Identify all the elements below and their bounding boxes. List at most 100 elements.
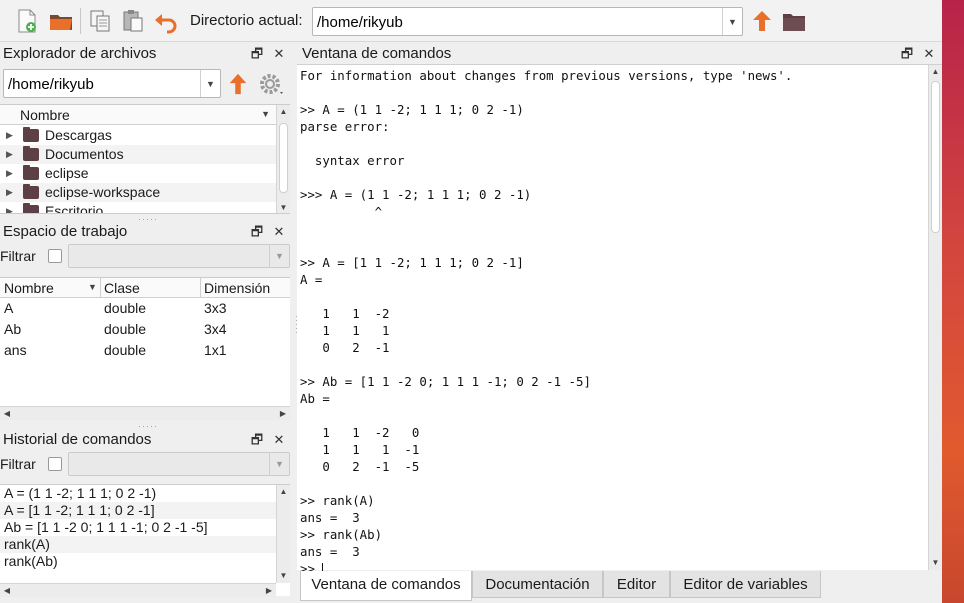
chevron-down-icon[interactable]: ▼ — [269, 245, 289, 267]
scroll-up-icon[interactable]: ▲ — [277, 105, 290, 119]
workspace-filter-combo[interactable]: ▼ — [68, 244, 290, 268]
history-filter-combo[interactable]: ▼ — [68, 452, 290, 476]
variable-dimension: 1x1 — [204, 342, 227, 358]
folder-icon — [23, 203, 39, 213]
sort-arrow-icon[interactable]: ▼ — [261, 109, 270, 119]
paste-icon[interactable] — [120, 8, 146, 34]
tree-item-label: Documentos — [45, 146, 124, 162]
tree-item[interactable]: ▶ Descargas — [0, 126, 276, 145]
undock-icon[interactable]: 🗗 — [246, 223, 268, 245]
tab-documentation[interactable]: Documentación — [472, 571, 603, 598]
tree-item-label: Escritorio — [45, 203, 104, 214]
splitter-grip[interactable]: ····· — [138, 421, 158, 431]
list-item[interactable]: A = [1 1 -2; 1 1 1; 0 2 -1] — [0, 502, 276, 519]
browse-directory-icon[interactable] — [781, 8, 807, 34]
tree-item-label: eclipse-workspace — [45, 184, 161, 200]
column-header-class[interactable]: Clase — [104, 280, 140, 296]
tab-variable-editor[interactable]: Editor de variables — [670, 571, 821, 598]
close-icon[interactable]: ✕ — [268, 432, 290, 448]
scroll-left-icon[interactable]: ◀ — [0, 407, 14, 420]
tree-item[interactable]: ▶ eclipse-workspace — [0, 183, 276, 202]
open-folder-icon[interactable] — [48, 8, 74, 34]
workspace-filter-label: Filtrar — [0, 248, 36, 264]
variable-name: ans — [4, 342, 27, 358]
close-icon[interactable]: ✕ — [918, 46, 940, 62]
scroll-down-icon[interactable]: ▼ — [277, 201, 290, 213]
column-header-name: Nombre — [20, 107, 70, 123]
scroll-thumb[interactable] — [279, 123, 288, 193]
expand-arrow-icon[interactable]: ▶ — [6, 206, 13, 213]
current-directory-input[interactable] — [317, 12, 717, 32]
desktop-background — [942, 0, 964, 603]
folder-icon — [23, 184, 39, 199]
splitter-grip[interactable]: ····· — [138, 214, 158, 224]
column-divider — [100, 278, 101, 298]
tab-command-window[interactable]: Ventana de comandos — [300, 571, 472, 601]
chevron-down-icon[interactable]: ▼ — [722, 8, 742, 35]
list-item[interactable]: A = (1 1 -2; 1 1 1; 0 2 -1) — [0, 485, 276, 502]
current-directory-label: Directorio actual: — [190, 12, 303, 29]
undo-icon[interactable] — [153, 8, 179, 34]
variable-name: Ab — [4, 321, 22, 337]
column-header-dimension[interactable]: Dimensión — [204, 280, 270, 296]
history-panel-buttons: 🗗 ✕ — [246, 431, 290, 453]
current-directory-combo[interactable]: ▼ — [312, 7, 743, 36]
scroll-down-icon[interactable]: ▼ — [277, 569, 290, 583]
file-explorer-title: Explorador de archivos — [3, 45, 157, 62]
file-explorer-path-input[interactable] — [8, 74, 198, 94]
file-explorer-path-combo[interactable]: ▼ — [3, 69, 221, 98]
command-window[interactable]: For information about changes from previ… — [297, 64, 942, 577]
scroll-down-icon[interactable]: ▼ — [929, 556, 942, 570]
command-output-lines: For information about changes from previ… — [300, 68, 793, 559]
workspace-table: Nombre ▼ Clase Dimensión A double 3x3 Ab… — [0, 277, 290, 420]
workspace-hscrollbar[interactable]: ◀ ▶ — [0, 406, 290, 420]
new-script-icon[interactable] — [14, 8, 40, 34]
history-hscrollbar[interactable]: ◀ ▶ — [0, 583, 276, 597]
undock-icon[interactable]: 🗗 — [246, 431, 268, 453]
close-icon[interactable]: ✕ — [268, 224, 290, 240]
undock-icon[interactable]: 🗗 — [246, 45, 268, 67]
list-item[interactable]: rank(Ab) — [0, 553, 276, 570]
main-toolbar: Directorio actual: ▼ — [0, 0, 942, 42]
chevron-down-icon[interactable]: ▼ — [200, 70, 220, 97]
list-item[interactable]: Ab = [1 1 -2 0; 1 1 1 -1; 0 2 -1 -5] — [0, 519, 276, 536]
history-filter-label: Filtrar — [0, 456, 36, 472]
scroll-up-icon[interactable]: ▲ — [929, 65, 942, 79]
file-explorer-scrollbar[interactable]: ▲ ▼ — [276, 105, 290, 213]
list-item[interactable]: rank(A) — [0, 536, 276, 553]
history-filter-checkbox[interactable] — [48, 457, 62, 471]
workspace-filter-checkbox[interactable] — [48, 249, 62, 263]
variable-class: double — [104, 300, 147, 316]
gear-icon[interactable] — [258, 71, 286, 97]
expand-arrow-icon[interactable]: ▶ — [6, 149, 13, 160]
history-scrollbar[interactable]: ▲ ▼ — [276, 485, 290, 583]
variable-name: A — [4, 300, 14, 316]
command-window-scrollbar[interactable]: ▲ ▼ — [928, 65, 942, 570]
scroll-left-icon[interactable]: ◀ — [0, 584, 14, 597]
up-directory-icon[interactable] — [226, 71, 250, 97]
folder-icon — [23, 146, 39, 161]
tree-item[interactable]: ▶ Documentos — [0, 145, 276, 164]
tree-item[interactable]: ▶ eclipse — [0, 164, 276, 183]
file-explorer-header[interactable]: Nombre ▼ — [0, 105, 276, 125]
tree-item[interactable]: ▶ Escritorio — [0, 202, 276, 214]
expand-arrow-icon[interactable]: ▶ — [6, 130, 13, 141]
sort-arrow-icon[interactable]: ▼ — [88, 282, 97, 292]
up-directory-icon[interactable] — [749, 8, 775, 34]
expand-arrow-icon[interactable]: ▶ — [6, 168, 13, 179]
close-icon[interactable]: ✕ — [268, 46, 290, 62]
table-row[interactable]: ans double 1x1 — [0, 340, 290, 361]
workspace-title: Espacio de trabajo — [3, 223, 128, 240]
scroll-right-icon[interactable]: ▶ — [276, 407, 290, 420]
tab-editor[interactable]: Editor — [603, 571, 670, 598]
column-header-name[interactable]: Nombre — [4, 280, 54, 296]
expand-arrow-icon[interactable]: ▶ — [6, 187, 13, 198]
command-window-output: For information about changes from previ… — [300, 67, 925, 577]
table-row[interactable]: Ab double 3x4 — [0, 319, 290, 340]
scroll-up-icon[interactable]: ▲ — [277, 485, 290, 499]
chevron-down-icon[interactable]: ▼ — [269, 453, 289, 475]
copy-icon[interactable] — [87, 8, 113, 34]
scroll-right-icon[interactable]: ▶ — [262, 584, 276, 597]
table-row[interactable]: A double 3x3 — [0, 298, 290, 319]
scroll-thumb[interactable] — [931, 81, 940, 233]
